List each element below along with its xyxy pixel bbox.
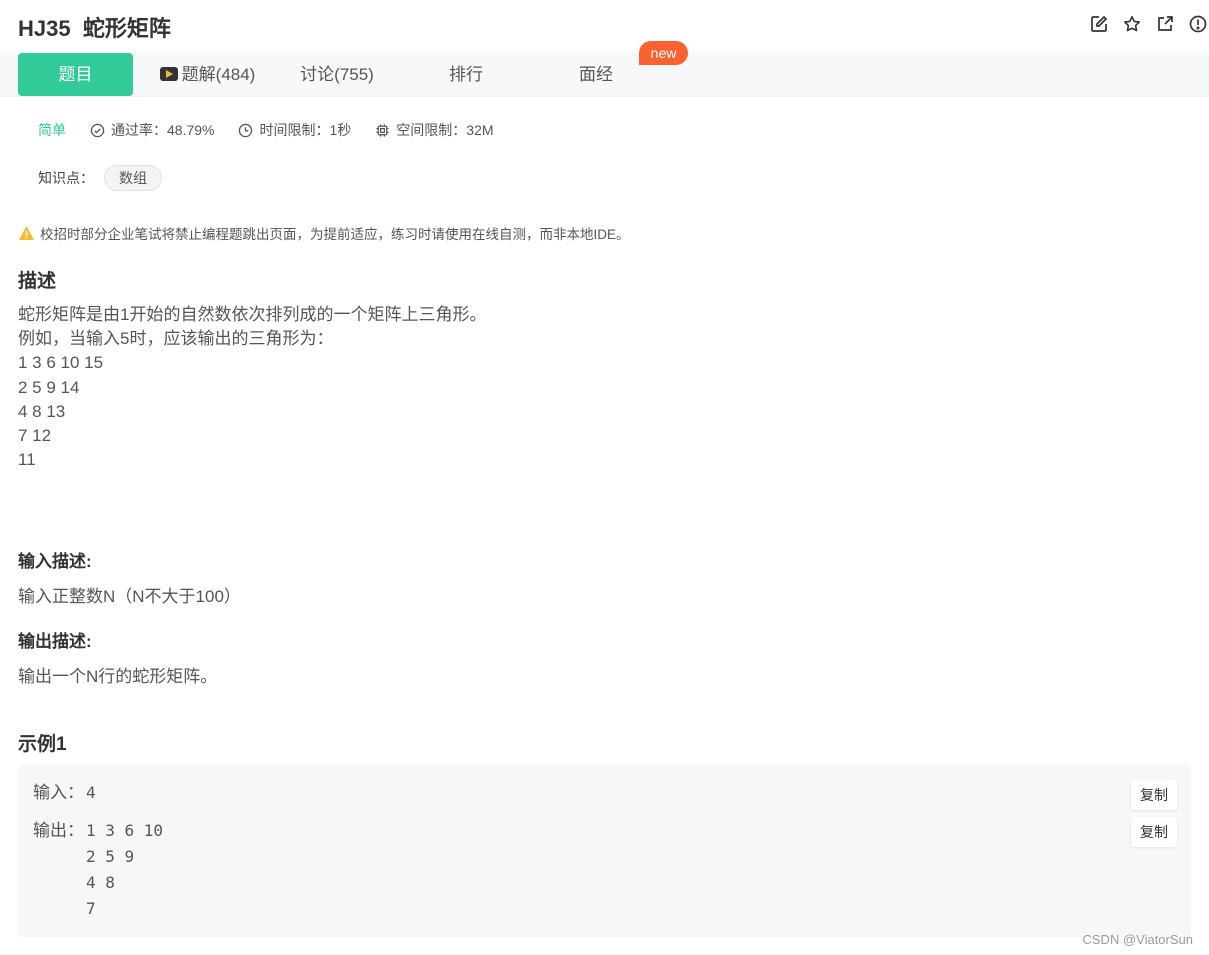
tab-interview[interactable]: 面经 bbox=[544, 53, 648, 96]
tab-interview-label: 面经 bbox=[579, 65, 613, 84]
tab-discussion-label: 讨论(755) bbox=[300, 65, 374, 84]
new-badge: new bbox=[639, 41, 688, 65]
example-title: 示例1 bbox=[18, 734, 67, 755]
copy-input-button[interactable]: 复制 bbox=[1131, 780, 1177, 810]
watermark: CSDN @ViatorSun bbox=[1082, 932, 1194, 947]
video-icon bbox=[159, 67, 178, 81]
description-body: 蛇形矩阵是由1开始的自然数依次排列成的一个矩阵上三角形。 例如，当输入5时，应该… bbox=[18, 303, 486, 472]
input-desc-title: 输入描述: bbox=[18, 552, 92, 571]
tab-discussion[interactable]: 讨论(755) bbox=[285, 53, 389, 96]
description-title: 描述 bbox=[18, 271, 57, 292]
example-output-value: 1 3 6 10 2 5 9 4 8 7 bbox=[86, 821, 164, 918]
description-line: 例如，当输入5时，应该输出的三角形为： bbox=[18, 329, 334, 349]
warning-text: 校招时部分企业笔试将禁止编程题跳出页面，为提前适应，练习时请使用在线自测，而非本… bbox=[40, 227, 630, 242]
chip-icon bbox=[376, 123, 389, 137]
example-input-row: 输入： 4 bbox=[33, 780, 96, 806]
example-box: 输入： 4 复制 输出： 1 3 6 10 2 5 9 4 8 7 复制 bbox=[18, 765, 1191, 937]
pass-rate-text: 通过率：48.79% bbox=[111, 122, 215, 138]
tab-bar: 题目 题解(484) 讨论(755) 排行 面经 bbox=[0, 52, 1209, 97]
tab-ranking[interactable]: 排行 bbox=[414, 53, 518, 96]
star-icon[interactable] bbox=[1123, 15, 1141, 33]
example-output-label: 输出： bbox=[33, 821, 84, 840]
output-desc-title: 输出描述: bbox=[18, 632, 92, 651]
description-line: 1 3 6 10 15 bbox=[18, 353, 104, 373]
tab-solutions[interactable]: 题解(484) bbox=[150, 53, 265, 96]
problem-header: HJ35 蛇形矩阵 bbox=[0, 0, 1209, 52]
check-circle-icon bbox=[90, 123, 105, 137]
space-limit-text: 空间限制：32M bbox=[396, 122, 494, 138]
tab-solutions-label: 题解(484) bbox=[181, 65, 256, 84]
description-line: 11 bbox=[18, 450, 36, 470]
problem-meta: 简单 通过率：48.79% 时间限制：1秒 空间限制：32M bbox=[38, 120, 518, 140]
output-desc-text: 输出一个N行的蛇形矩阵。 bbox=[18, 667, 218, 686]
share-icon[interactable] bbox=[1156, 15, 1174, 33]
difficulty-level: 简单 bbox=[38, 122, 66, 138]
knowledge-label: 知识点： bbox=[38, 170, 94, 186]
tab-problem[interactable]: 题目 bbox=[18, 53, 133, 96]
example-input-value: 4 bbox=[86, 783, 96, 802]
warning-icon bbox=[19, 226, 34, 240]
edit-icon[interactable] bbox=[1090, 15, 1108, 33]
description-line: 7 12 bbox=[18, 426, 52, 446]
description-line: 4 8 13 bbox=[18, 401, 66, 421]
tab-ranking-label: 排行 bbox=[449, 65, 483, 84]
problem-title: HJ35 蛇形矩阵 bbox=[18, 16, 171, 41]
input-desc-text: 输入正整数N（N不大于100） bbox=[18, 587, 241, 606]
warning-notice: 校招时部分企业笔试将禁止编程题跳出页面，为提前适应，练习时请使用在线自测，而非本… bbox=[18, 223, 630, 243]
description-line: 2 5 9 14 bbox=[18, 377, 80, 397]
copy-output-button[interactable]: 复制 bbox=[1131, 817, 1177, 847]
description-line: 蛇形矩阵是由1开始的自然数依次排列成的一个矩阵上三角形。 bbox=[18, 305, 487, 324]
clock-icon bbox=[239, 123, 253, 137]
example-output-row: 输出： 1 3 6 10 2 5 9 4 8 7 bbox=[33, 818, 163, 922]
knowledge-tag-array[interactable]: 数组 bbox=[104, 165, 162, 191]
header-actions bbox=[1090, 15, 1207, 33]
example-input-label: 输入： bbox=[33, 783, 84, 802]
tab-problem-label: 题目 bbox=[58, 65, 93, 84]
knowledge-points: 知识点： 数组 bbox=[38, 165, 162, 191]
report-icon[interactable] bbox=[1189, 15, 1207, 33]
pass-rate: 通过率：48.79% bbox=[90, 120, 214, 140]
time-limit-text: 时间限制：1秒 bbox=[259, 122, 352, 138]
time-limit: 时间限制：1秒 bbox=[238, 120, 351, 140]
space-limit: 空间限制：32M bbox=[375, 120, 494, 140]
